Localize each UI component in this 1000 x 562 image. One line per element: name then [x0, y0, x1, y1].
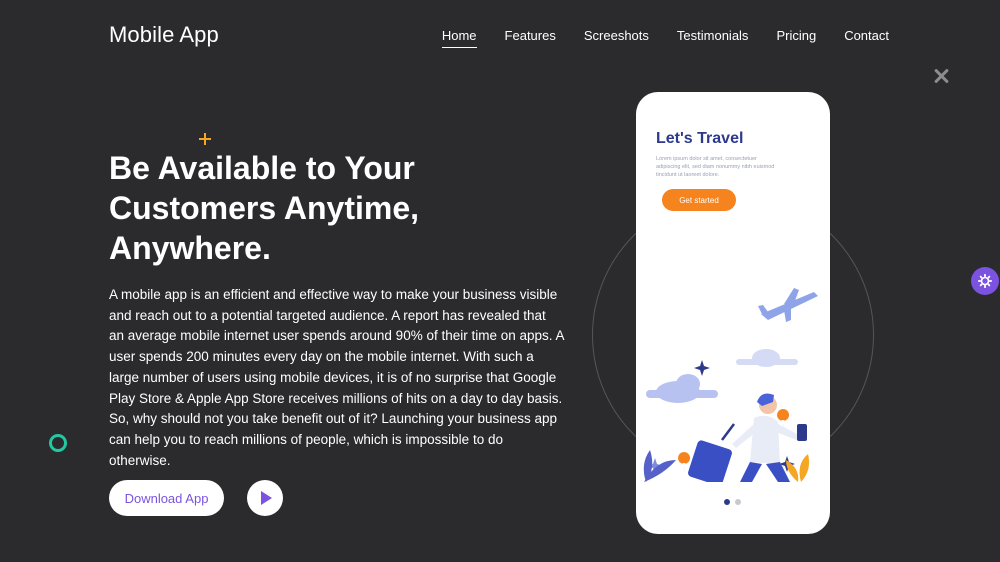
download-app-button[interactable]: Download App: [109, 480, 224, 516]
leaf-icon: [786, 454, 810, 482]
leaf-icon: [643, 450, 676, 482]
slide-indicators: [724, 499, 741, 505]
sparkle-icon: [694, 360, 710, 376]
ring-icon: [49, 434, 67, 452]
hero-description: A mobile app is an efficient and effecti…: [109, 287, 564, 468]
cloud-icon: [646, 374, 718, 403]
traveler-illustration: [643, 288, 818, 482]
main-nav: Home Features Screeshots Testimonials Pr…: [441, 28, 889, 48]
close-icon[interactable]: [931, 66, 951, 86]
slide-dot[interactable]: [724, 499, 730, 505]
cloud-icon: [736, 349, 798, 367]
brand-logo[interactable]: Mobile App: [109, 22, 219, 48]
phone-description: Lorem ipsum dolor sit amet, consectetuer…: [656, 156, 775, 178]
phone-mockup: Let's Travel Lorem ipsum dolor sit amet,…: [636, 92, 830, 534]
plus-icon: [198, 132, 212, 146]
nav-pricing[interactable]: Pricing: [776, 28, 816, 48]
traveler-figure: [732, 393, 807, 482]
nav-features[interactable]: Features: [505, 28, 556, 48]
hero-title: Be Available to Your Customers Anytime, …: [109, 150, 419, 266]
airplane-icon: [758, 288, 818, 322]
settings-button[interactable]: [971, 267, 999, 295]
gear-icon: [978, 274, 992, 288]
suitcase-icon: [688, 423, 735, 482]
nav-home[interactable]: Home: [441, 28, 477, 48]
nav-testimonials[interactable]: Testimonials: [677, 28, 749, 48]
slide-dot[interactable]: [735, 499, 741, 505]
nav-screenshots[interactable]: Screeshots: [584, 28, 649, 48]
play-video-button[interactable]: [247, 480, 283, 516]
phone-title: Let's Travel: [656, 130, 744, 147]
nav-contact[interactable]: Contact: [844, 28, 889, 48]
play-icon: [261, 491, 272, 505]
